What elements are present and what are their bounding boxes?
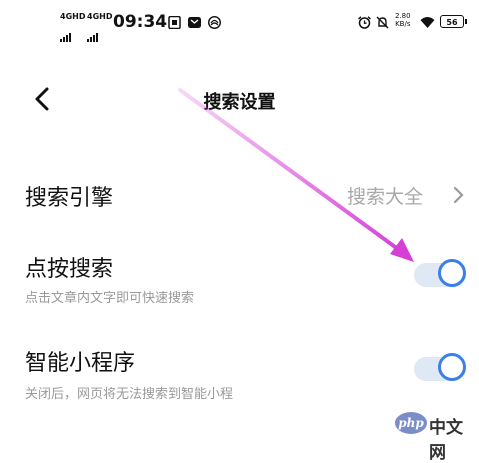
search-engine-label: 搜索引擎 bbox=[25, 186, 114, 211]
mini-program-label: 智能小程序 bbox=[25, 351, 136, 376]
status-bar: 4GHD 4GHD 09:34 2.80 KB/s 56 bbox=[0, 0, 479, 46]
app-icon bbox=[208, 16, 221, 29]
tap-search-row: 点按搜索 点击文章内文字即可快速搜索 bbox=[0, 243, 479, 313]
watermark-logo: php 中文网 bbox=[395, 412, 479, 463]
page-title: 搜索设置 bbox=[203, 92, 276, 113]
alarm-icon bbox=[358, 16, 371, 29]
mini-program-row: 智能小程序 关闭后，网页将无法搜索到智能小程 bbox=[0, 335, 479, 410]
chevron-right-icon bbox=[453, 186, 464, 204]
search-engine-row[interactable]: 搜索引擎 搜索大全 bbox=[0, 170, 479, 222]
toggle-knob bbox=[438, 259, 466, 287]
message-icon bbox=[188, 17, 201, 28]
tap-search-description: 点击文章内文字即可快速搜索 bbox=[25, 291, 195, 306]
tap-search-label: 点按搜索 bbox=[25, 257, 114, 282]
wifi-icon bbox=[420, 17, 435, 28]
signal-icon: 4GHD bbox=[60, 12, 88, 42]
tap-search-toggle[interactable] bbox=[414, 259, 470, 291]
signal-label: 4GHD bbox=[60, 12, 86, 21]
header: 搜索设置 bbox=[0, 70, 479, 130]
network-speed-value: 2.80 bbox=[395, 12, 411, 20]
search-engine-value: 搜索大全 bbox=[346, 186, 423, 208]
mini-program-description: 关闭后，网页将无法搜索到智能小程 bbox=[25, 387, 234, 402]
watermark-text: 中文网 bbox=[429, 418, 463, 463]
sim-card-icon bbox=[168, 16, 181, 29]
network-speed-unit: KB/s bbox=[395, 20, 411, 28]
toggle-knob bbox=[438, 353, 466, 381]
mute-icon bbox=[376, 16, 389, 29]
clock: 09:34 bbox=[113, 12, 168, 32]
mini-program-toggle[interactable] bbox=[414, 353, 470, 385]
signal-icon: 4GHD bbox=[87, 12, 115, 42]
network-speed: 2.80 KB/s bbox=[395, 12, 411, 28]
php-logo: php bbox=[395, 412, 427, 434]
battery-icon: 56 bbox=[440, 15, 467, 28]
signal-label: 4GHD bbox=[87, 12, 113, 21]
